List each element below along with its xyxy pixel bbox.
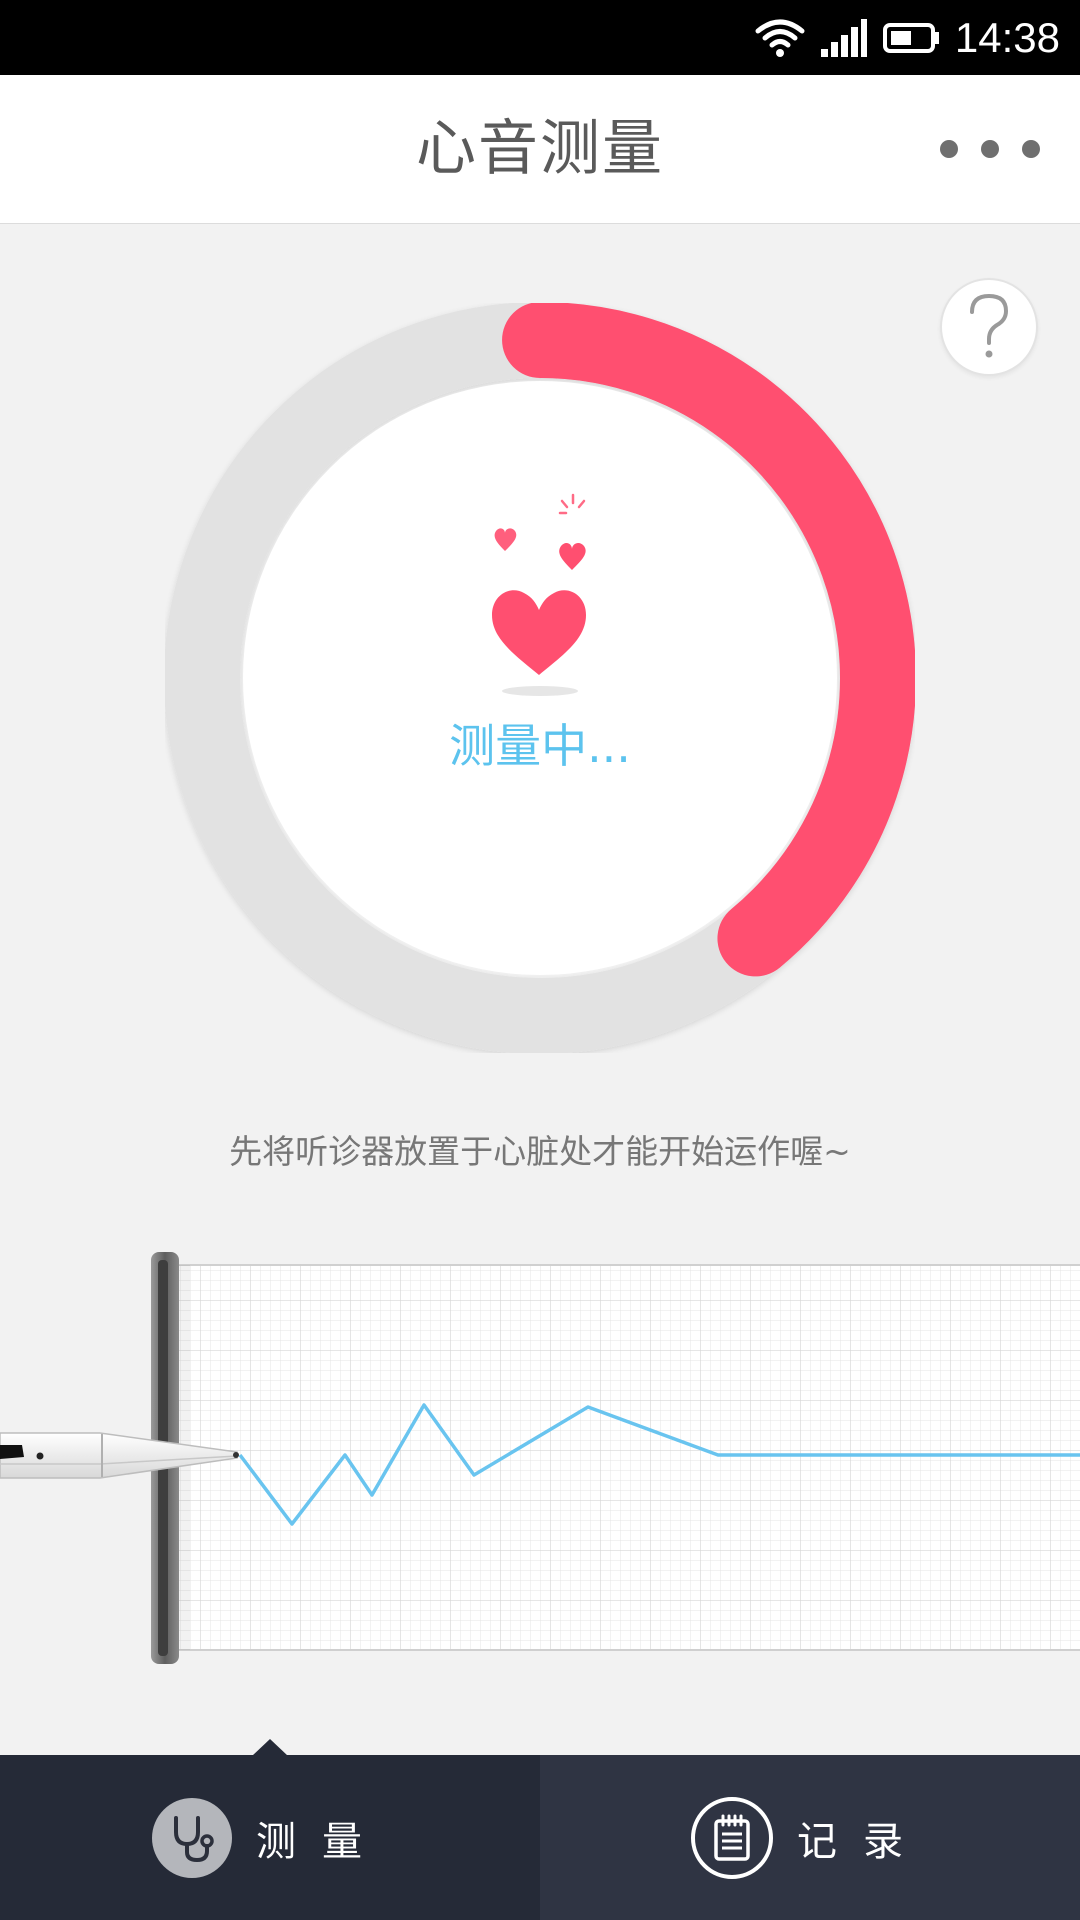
notepad-icon bbox=[691, 1796, 773, 1879]
tab-records-label: 记录 bbox=[797, 1818, 929, 1865]
heart-icon bbox=[492, 493, 586, 696]
clock-time: 14:38 bbox=[954, 13, 1060, 61]
ecg-chart bbox=[0, 1252, 1080, 1664]
question-mark-icon bbox=[970, 293, 1009, 358]
more-dot-icon bbox=[940, 140, 958, 158]
bottom-tab-bar: 测量 记录 bbox=[0, 1739, 1080, 1920]
more-dot-icon bbox=[981, 140, 999, 158]
help-button[interactable] bbox=[940, 278, 1038, 376]
app-bar: 心音测量 bbox=[0, 75, 1080, 224]
stethoscope-icon bbox=[152, 1797, 232, 1878]
tab-records[interactable]: 记录 bbox=[540, 1755, 1080, 1920]
measuring-status-text: 测量中... bbox=[449, 719, 631, 773]
hint-text: 先将听诊器放置于心脏处才能开始运作喔~ bbox=[229, 1132, 851, 1171]
more-dot-icon bbox=[1022, 140, 1040, 158]
tab-measure-label: 测量 bbox=[256, 1818, 388, 1865]
wifi-icon bbox=[755, 19, 805, 57]
status-bar: 14:38 bbox=[0, 0, 1080, 75]
page-title: 心音测量 bbox=[416, 114, 664, 184]
tab-measure[interactable]: 测量 bbox=[0, 1739, 540, 1920]
active-tab-indicator bbox=[252, 1739, 288, 1756]
more-options-button[interactable] bbox=[940, 127, 1040, 171]
signal-icon bbox=[820, 18, 867, 57]
battery-icon bbox=[882, 22, 939, 53]
